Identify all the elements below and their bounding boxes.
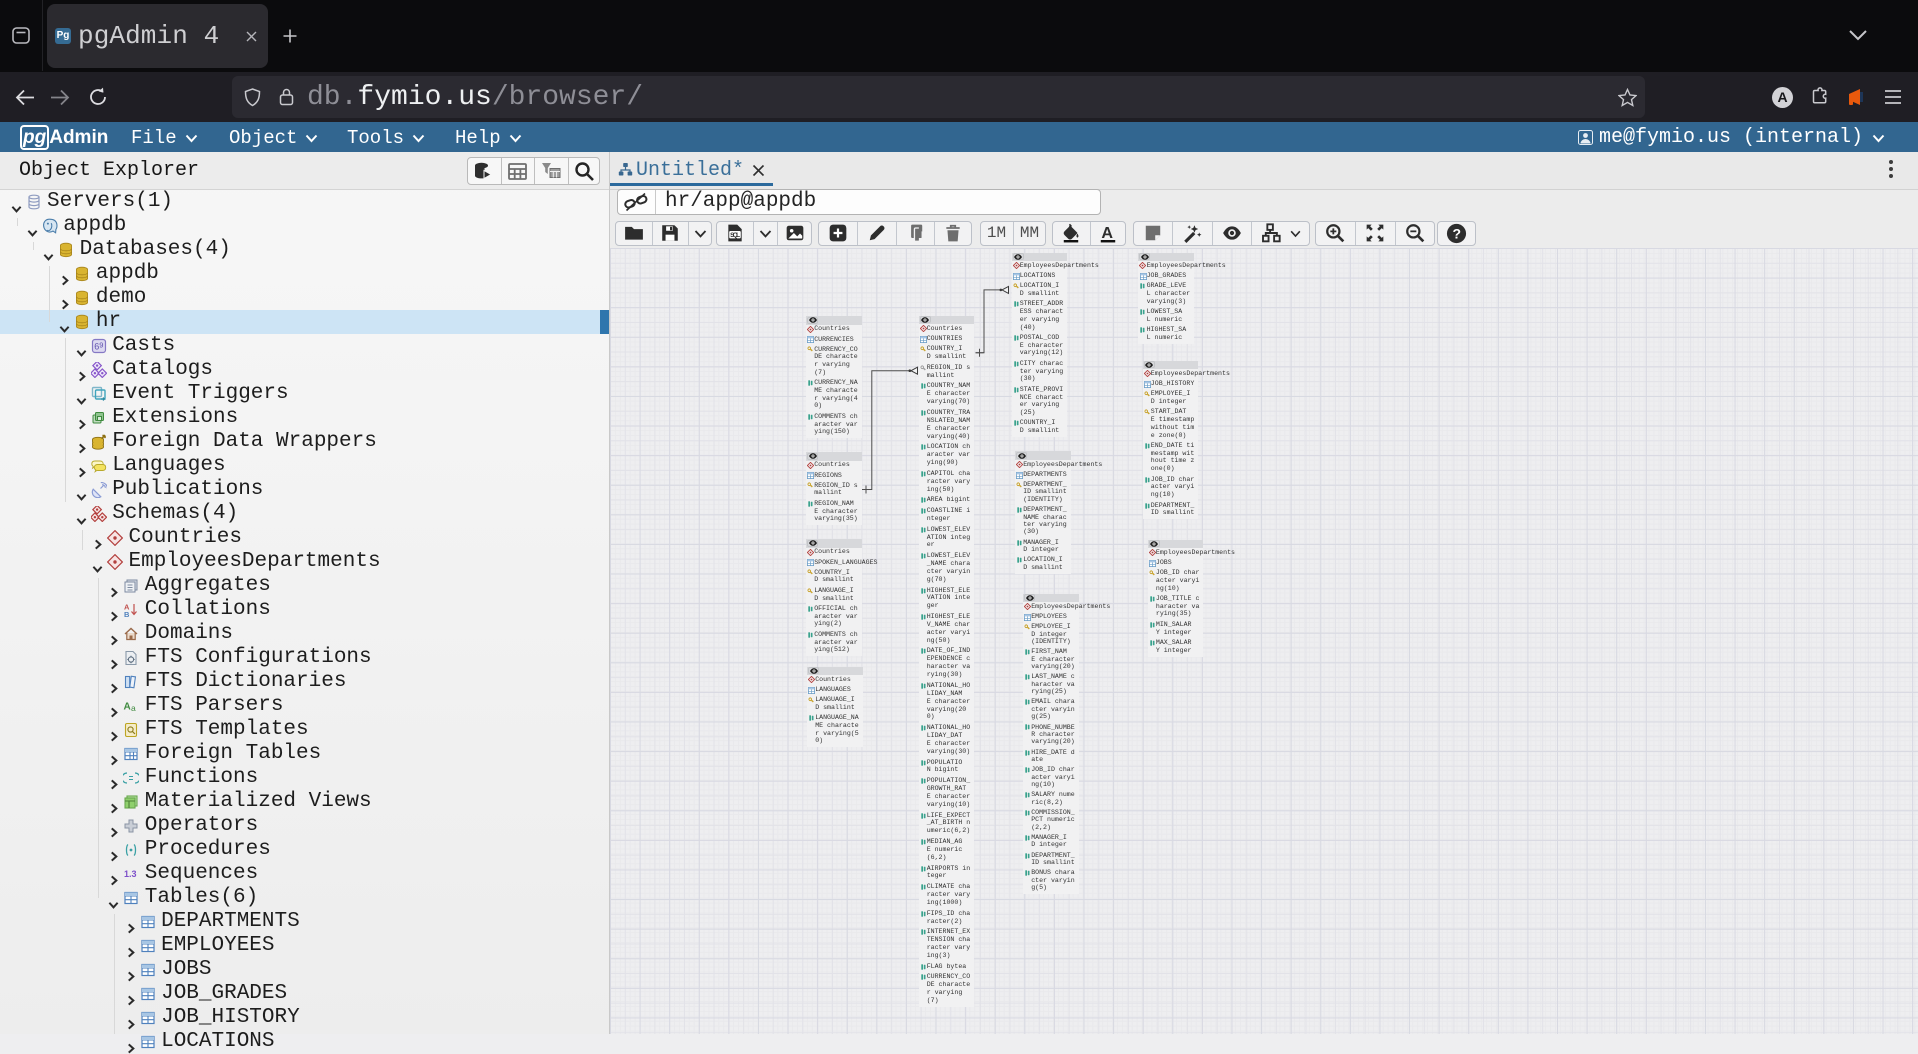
svg-text:SQL: SQL	[730, 232, 740, 239]
svg-text:A: A	[1101, 224, 1113, 242]
svg-text:a: a	[131, 703, 136, 713]
svg-text:?: ?	[1453, 225, 1462, 241]
svg-text:A: A	[124, 701, 131, 712]
svg-text:9: 9	[99, 340, 103, 349]
svg-text:1.3: 1.3	[124, 869, 137, 879]
svg-text:B: B	[124, 610, 130, 618]
